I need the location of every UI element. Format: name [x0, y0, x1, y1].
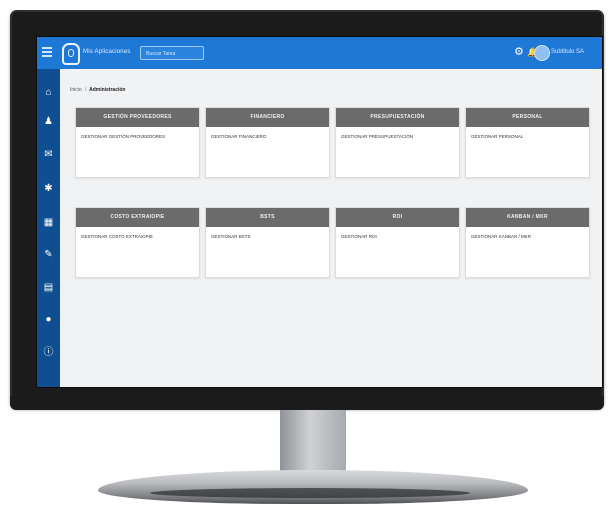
- card-title: GESTIÓN PROVEEDORES: [76, 108, 199, 127]
- document-icon[interactable]: ▤: [37, 282, 60, 294]
- monitor-stand-neck: [280, 410, 346, 472]
- card-financiero[interactable]: FINANCIERO GESTIONAR FINANCIERO: [205, 107, 330, 178]
- card-title: BSTS: [206, 208, 329, 227]
- app-title: Mis Aplicaciones: [83, 49, 131, 55]
- megaphone-icon[interactable]: ✉: [37, 149, 60, 161]
- menu-icon[interactable]: [42, 47, 52, 57]
- card-description: GESTIONAR BSTS: [211, 234, 251, 239]
- card-description: GESTIONAR COSTO EXTRAIOPIE: [81, 234, 153, 239]
- info-icon[interactable]: ⓘ: [37, 347, 60, 359]
- bug-icon[interactable]: ✱: [37, 183, 60, 195]
- card-bsts[interactable]: BSTS GESTIONAR BSTS: [205, 207, 330, 278]
- people-icon[interactable]: ♟: [37, 116, 60, 128]
- breadcrumb: Inicio / Administración: [70, 87, 125, 93]
- breadcrumb-separator: /: [84, 87, 87, 93]
- card-description: GESTIONAR GESTIÓN PROVEEDORES: [81, 134, 166, 139]
- monitor-stand-base: [98, 470, 528, 504]
- card-description: GESTIONAR ROI: [341, 234, 377, 239]
- home-icon[interactable]: ⌂: [37, 87, 60, 99]
- card-title: KANBAN / MKR: [466, 208, 589, 227]
- card-costo[interactable]: COSTO EXTRAIOPIE GESTIONAR COSTO EXTRAIO…: [75, 207, 200, 278]
- card-description: GESTIONAR PRESUPUESTACIÓN: [341, 134, 414, 139]
- monitor-stand-slot: [150, 488, 470, 498]
- card-roi[interactable]: ROI GESTIONAR ROI: [335, 207, 460, 278]
- card-description: GESTIONAR PERSONAL: [471, 134, 524, 139]
- card-title: PERSONAL: [466, 108, 589, 127]
- avatar[interactable]: [534, 45, 550, 61]
- card-personal[interactable]: PERSONAL GESTIONAR PERSONAL: [465, 107, 590, 178]
- user-name[interactable]: Subtitulo SA: [551, 49, 584, 55]
- monitor-chin: [10, 396, 604, 410]
- settings-icon[interactable]: ⚙: [514, 46, 524, 58]
- card-gestion-proveedores[interactable]: GESTIÓN PROVEEDORES GESTIONAR GESTIÓN PR…: [75, 107, 200, 178]
- logo-icon: [62, 43, 80, 65]
- card-title: ROI: [336, 208, 459, 227]
- screen: Mis Aplicaciones Buscar Tarea ⚙ 🔔 Subtit…: [36, 36, 603, 388]
- top-bar: Mis Aplicaciones Buscar Tarea ⚙ 🔔 Subtit…: [37, 37, 602, 69]
- wrench-icon[interactable]: ✎: [37, 249, 60, 261]
- card-description: GESTIONAR KANBAN / MKR: [471, 234, 532, 239]
- card-description: GESTIONAR FINANCIERO: [211, 134, 267, 139]
- breadcrumb-current: Administración: [89, 87, 126, 93]
- card-kanban[interactable]: KANBAN / MKR GESTIONAR KANBAN / MKR: [465, 207, 590, 278]
- card-title: COSTO EXTRAIOPIE: [76, 208, 199, 227]
- calendar-icon[interactable]: ▦: [37, 217, 60, 229]
- card-title: PRESUPUESTACIÓN: [336, 108, 459, 127]
- breadcrumb-home[interactable]: Inicio: [70, 87, 82, 93]
- card-title: FINANCIERO: [206, 108, 329, 127]
- card-presupuestacion[interactable]: PRESUPUESTACIÓN GESTIONAR PRESUPUESTACIÓ…: [335, 107, 460, 178]
- location-icon[interactable]: ●: [37, 314, 60, 326]
- search-input[interactable]: Buscar Tarea: [140, 46, 204, 60]
- sidebar: ⌂ ♟ ✉ ✱ ▦ ✎ ▤ ● ⓘ: [37, 69, 60, 387]
